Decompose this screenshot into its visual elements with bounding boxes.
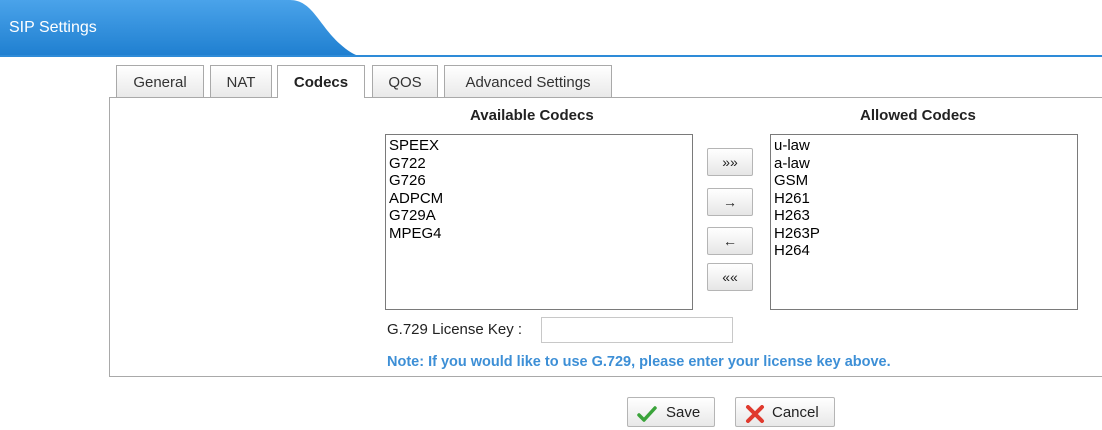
tab-codecs[interactable]: Codecs — [277, 65, 365, 98]
move-all-right-button[interactable]: »» — [707, 148, 753, 176]
allowed-codec-option[interactable]: u-law — [774, 137, 1077, 155]
cancel-button-label: Cancel — [772, 404, 819, 421]
available-codecs-heading: Available Codecs — [470, 107, 594, 124]
move-right-button[interactable]: → — [707, 188, 753, 216]
move-left-button[interactable]: ← — [707, 227, 753, 255]
header-underline — [0, 55, 1102, 57]
checkmark-icon — [637, 406, 657, 422]
allowed-codecs-heading: Allowed Codecs — [860, 107, 976, 124]
allowed-codec-option[interactable]: GSM — [774, 172, 1077, 190]
allowed-codec-option[interactable]: H264 — [774, 242, 1077, 260]
allowed-codec-option[interactable]: H261 — [774, 190, 1077, 208]
allowed-codec-option[interactable]: a-law — [774, 155, 1077, 173]
save-button[interactable]: Save — [627, 397, 715, 427]
cancel-button[interactable]: Cancel — [735, 397, 835, 427]
available-codec-option[interactable]: G726 — [389, 172, 692, 190]
available-codec-option[interactable]: G722 — [389, 155, 692, 173]
tab-qos[interactable]: QOS — [372, 65, 438, 97]
available-codec-option[interactable]: SPEEX — [389, 137, 692, 155]
available-codec-option[interactable]: MPEG4 — [389, 225, 692, 243]
available-codecs-list[interactable]: SPEEX G722 G726 ADPCM G729A MPEG4 — [385, 134, 693, 310]
cancel-x-icon — [746, 405, 764, 423]
page-header: SIP Settings — [0, 0, 1102, 57]
available-codec-option[interactable]: ADPCM — [389, 190, 692, 208]
save-button-label: Save — [666, 404, 701, 421]
license-key-input[interactable] — [541, 317, 733, 343]
license-key-label: G.729 License Key : — [387, 321, 523, 338]
page-title: SIP Settings — [9, 19, 97, 36]
allowed-codec-option[interactable]: H263P — [774, 225, 1077, 243]
allowed-codecs-list[interactable]: u-law a-law GSM H261 H263 H263P H264 — [770, 134, 1078, 310]
available-codec-option[interactable]: G729A — [389, 207, 692, 225]
allowed-codec-option[interactable]: H263 — [774, 207, 1077, 225]
tab-advanced-settings[interactable]: Advanced Settings — [444, 65, 612, 97]
tab-nat[interactable]: NAT — [210, 65, 272, 97]
tab-general[interactable]: General — [116, 65, 204, 97]
move-all-left-button[interactable]: «« — [707, 263, 753, 291]
license-note: Note: If you would like to use G.729, pl… — [387, 354, 891, 370]
